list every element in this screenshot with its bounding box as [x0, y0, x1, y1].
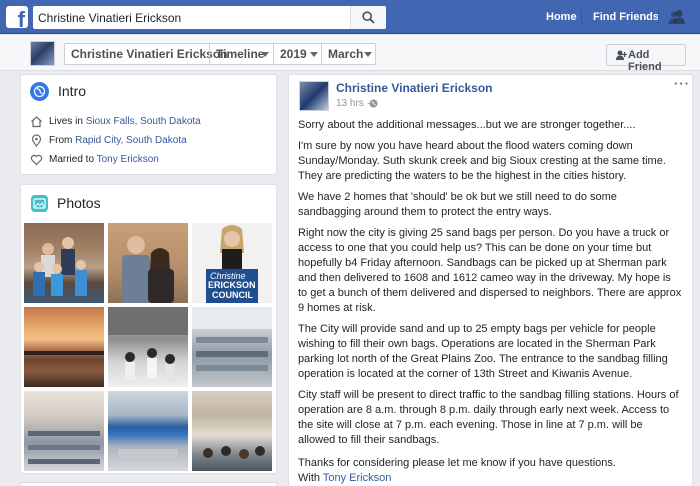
post-paragraph: Right now the city is giving 25 sand bag… — [298, 226, 690, 316]
intro-married-link[interactable]: Tony Erickson — [97, 154, 159, 165]
photo-event-banner[interactable] — [108, 391, 188, 471]
nav-home-link[interactable]: Home — [546, 11, 577, 23]
post-paragraph: City staff will be present to direct tra… — [298, 388, 690, 448]
post-paragraph: Thanks for considering please let me kno… — [298, 456, 690, 471]
post-paragraph: Sorry about the additional messages...bu… — [298, 118, 690, 133]
post-text-line: 9 homes at risk. — [298, 302, 376, 314]
post-paragraph: We have 2 homes that 'should' be ok but … — [298, 190, 690, 220]
add-friend-icon — [616, 50, 627, 60]
search-icon — [362, 11, 375, 24]
search-box — [33, 6, 386, 29]
nav-find-friends-link[interactable]: Find Friends — [593, 11, 659, 23]
profile-avatar[interactable] — [30, 41, 55, 66]
post-tagged-with: With Tony Erickson — [298, 471, 690, 486]
photo-sunset[interactable] — [24, 307, 104, 387]
post-text-line: Thanks for considering please let me kno… — [298, 457, 616, 469]
photos-icon — [31, 195, 48, 212]
chevron-down-icon — [261, 52, 269, 57]
post-paragraph: The City will provide sand and up to 25 … — [298, 322, 690, 382]
post-with-link[interactable]: Tony Erickson — [323, 472, 391, 484]
post-paragraph: I'm sure by now you have heard about the… — [298, 139, 690, 184]
photo-stadium[interactable] — [108, 307, 188, 387]
intro-card: Intro Lives in Sioux Falls, South Dakota… — [20, 74, 277, 175]
photo-campaign[interactable]: Christine ERICKSON COUNCIL — [192, 223, 272, 303]
post-text-line: wishing to fill their own bags. Operatio… — [298, 338, 656, 350]
photo-couple[interactable] — [108, 223, 188, 303]
post-text-line: to get a bunch of them delivered and dis… — [298, 287, 682, 299]
campaign-sign-text: ERICKSON — [208, 280, 256, 290]
post-text-line: allowed to fill their sandbags. — [298, 434, 440, 446]
post-text-line: sandbagging around them to protect the e… — [298, 206, 552, 218]
friend-requests-icon[interactable] — [668, 9, 686, 25]
post-text-line: operation is located at the corner of 13… — [298, 368, 633, 380]
breadcrumb-timeline[interactable]: Timeline — [210, 44, 264, 64]
post-text-line: They are predicting the waters to be the… — [298, 170, 627, 182]
location-pin-icon — [31, 134, 42, 147]
photo-classroom[interactable] — [192, 307, 272, 387]
breadcrumb-profile-name[interactable]: Christine Vinatieri Erickson — [65, 44, 228, 64]
intro-from-prefix: From — [49, 135, 76, 146]
post-text-line: Sunday/Monday. Suth skunk creek and big … — [298, 155, 666, 167]
post-text-line: We have 2 homes that 'should' be ok but … — [298, 191, 617, 203]
post-author-name[interactable]: Christine Vinatieri Erickson — [336, 81, 493, 95]
next-card-edge — [20, 482, 277, 486]
breadcrumb-month[interactable]: March — [322, 44, 363, 64]
photo-crowd[interactable] — [192, 391, 272, 471]
home-icon — [31, 116, 42, 128]
post-text-line: City staff will be present to direct tra… — [298, 389, 679, 401]
photos-title: Photos — [57, 195, 101, 211]
profile-header: Christine Vinatieri Erickson Timeline 20… — [0, 35, 700, 73]
search-button[interactable] — [350, 6, 386, 29]
post-text-line: I'm sure by now you have heard about the… — [298, 140, 633, 152]
heart-icon — [30, 154, 43, 166]
post-with-prefix: With — [298, 472, 323, 484]
breadcrumb: Christine Vinatieri Erickson Timeline 20… — [64, 43, 376, 65]
add-friend-button[interactable]: Add Friend — [606, 44, 686, 73]
post-card: Christine Vinatieri Erickson 13 hrs · ··… — [288, 74, 693, 486]
nav-divider — [658, 9, 659, 25]
breadcrumb-year[interactable]: 2019 — [274, 44, 307, 64]
post-text-line: Right now the city is giving 25 sand bag… — [298, 227, 670, 239]
post-text-line: access to one that you could help us? Th… — [298, 242, 652, 254]
post-text-line: and then delivered to 1608 and 1612 came… — [298, 272, 671, 284]
search-input[interactable] — [38, 9, 348, 26]
intro-lives-link[interactable]: Sioux Falls, South Dakota — [86, 116, 201, 127]
chevron-down-icon — [364, 52, 372, 57]
campaign-sign-text: COUNCIL — [212, 290, 253, 300]
facebook-logo-icon[interactable]: f — [6, 6, 28, 28]
post-timestamp[interactable]: 13 hrs · — [336, 98, 370, 109]
photo-family[interactable] — [24, 223, 104, 303]
post-options-icon[interactable]: ··· — [674, 76, 690, 91]
intro-lives-prefix: Lives in — [49, 116, 86, 127]
intro-from-link[interactable]: Rapid City, South Dakota — [75, 135, 187, 146]
add-friend-label: Add Friend — [628, 49, 662, 73]
intro-title: Intro — [58, 83, 87, 99]
post-text-line: the site will close at 7 p.m. each eveni… — [298, 419, 643, 431]
intro-married-prefix: Married to — [49, 154, 97, 165]
chevron-down-icon — [310, 52, 318, 57]
post-author-avatar[interactable] — [299, 81, 329, 111]
top-navigation-bar: f Home Find Friends — [0, 0, 700, 34]
post-text-line: parking lot north of the Great Plains Zo… — [298, 353, 668, 365]
public-globe-icon — [369, 99, 378, 108]
post-text-line: hopefully b4 Friday afternoon. Sandbags … — [298, 257, 667, 269]
photos-card: Photos Christine ERICKSON COUNCIL — [20, 184, 277, 474]
globe-icon — [30, 82, 49, 101]
post-text-line: Sorry about the additional messages...bu… — [298, 119, 636, 131]
post-text-line: operation are 8 a.m. through 8 p.m. dail… — [298, 404, 670, 416]
photo-meeting-hall[interactable] — [24, 391, 104, 471]
post-text-line: The City will provide sand and up to 25 … — [298, 323, 656, 335]
nav-divider — [581, 9, 582, 25]
